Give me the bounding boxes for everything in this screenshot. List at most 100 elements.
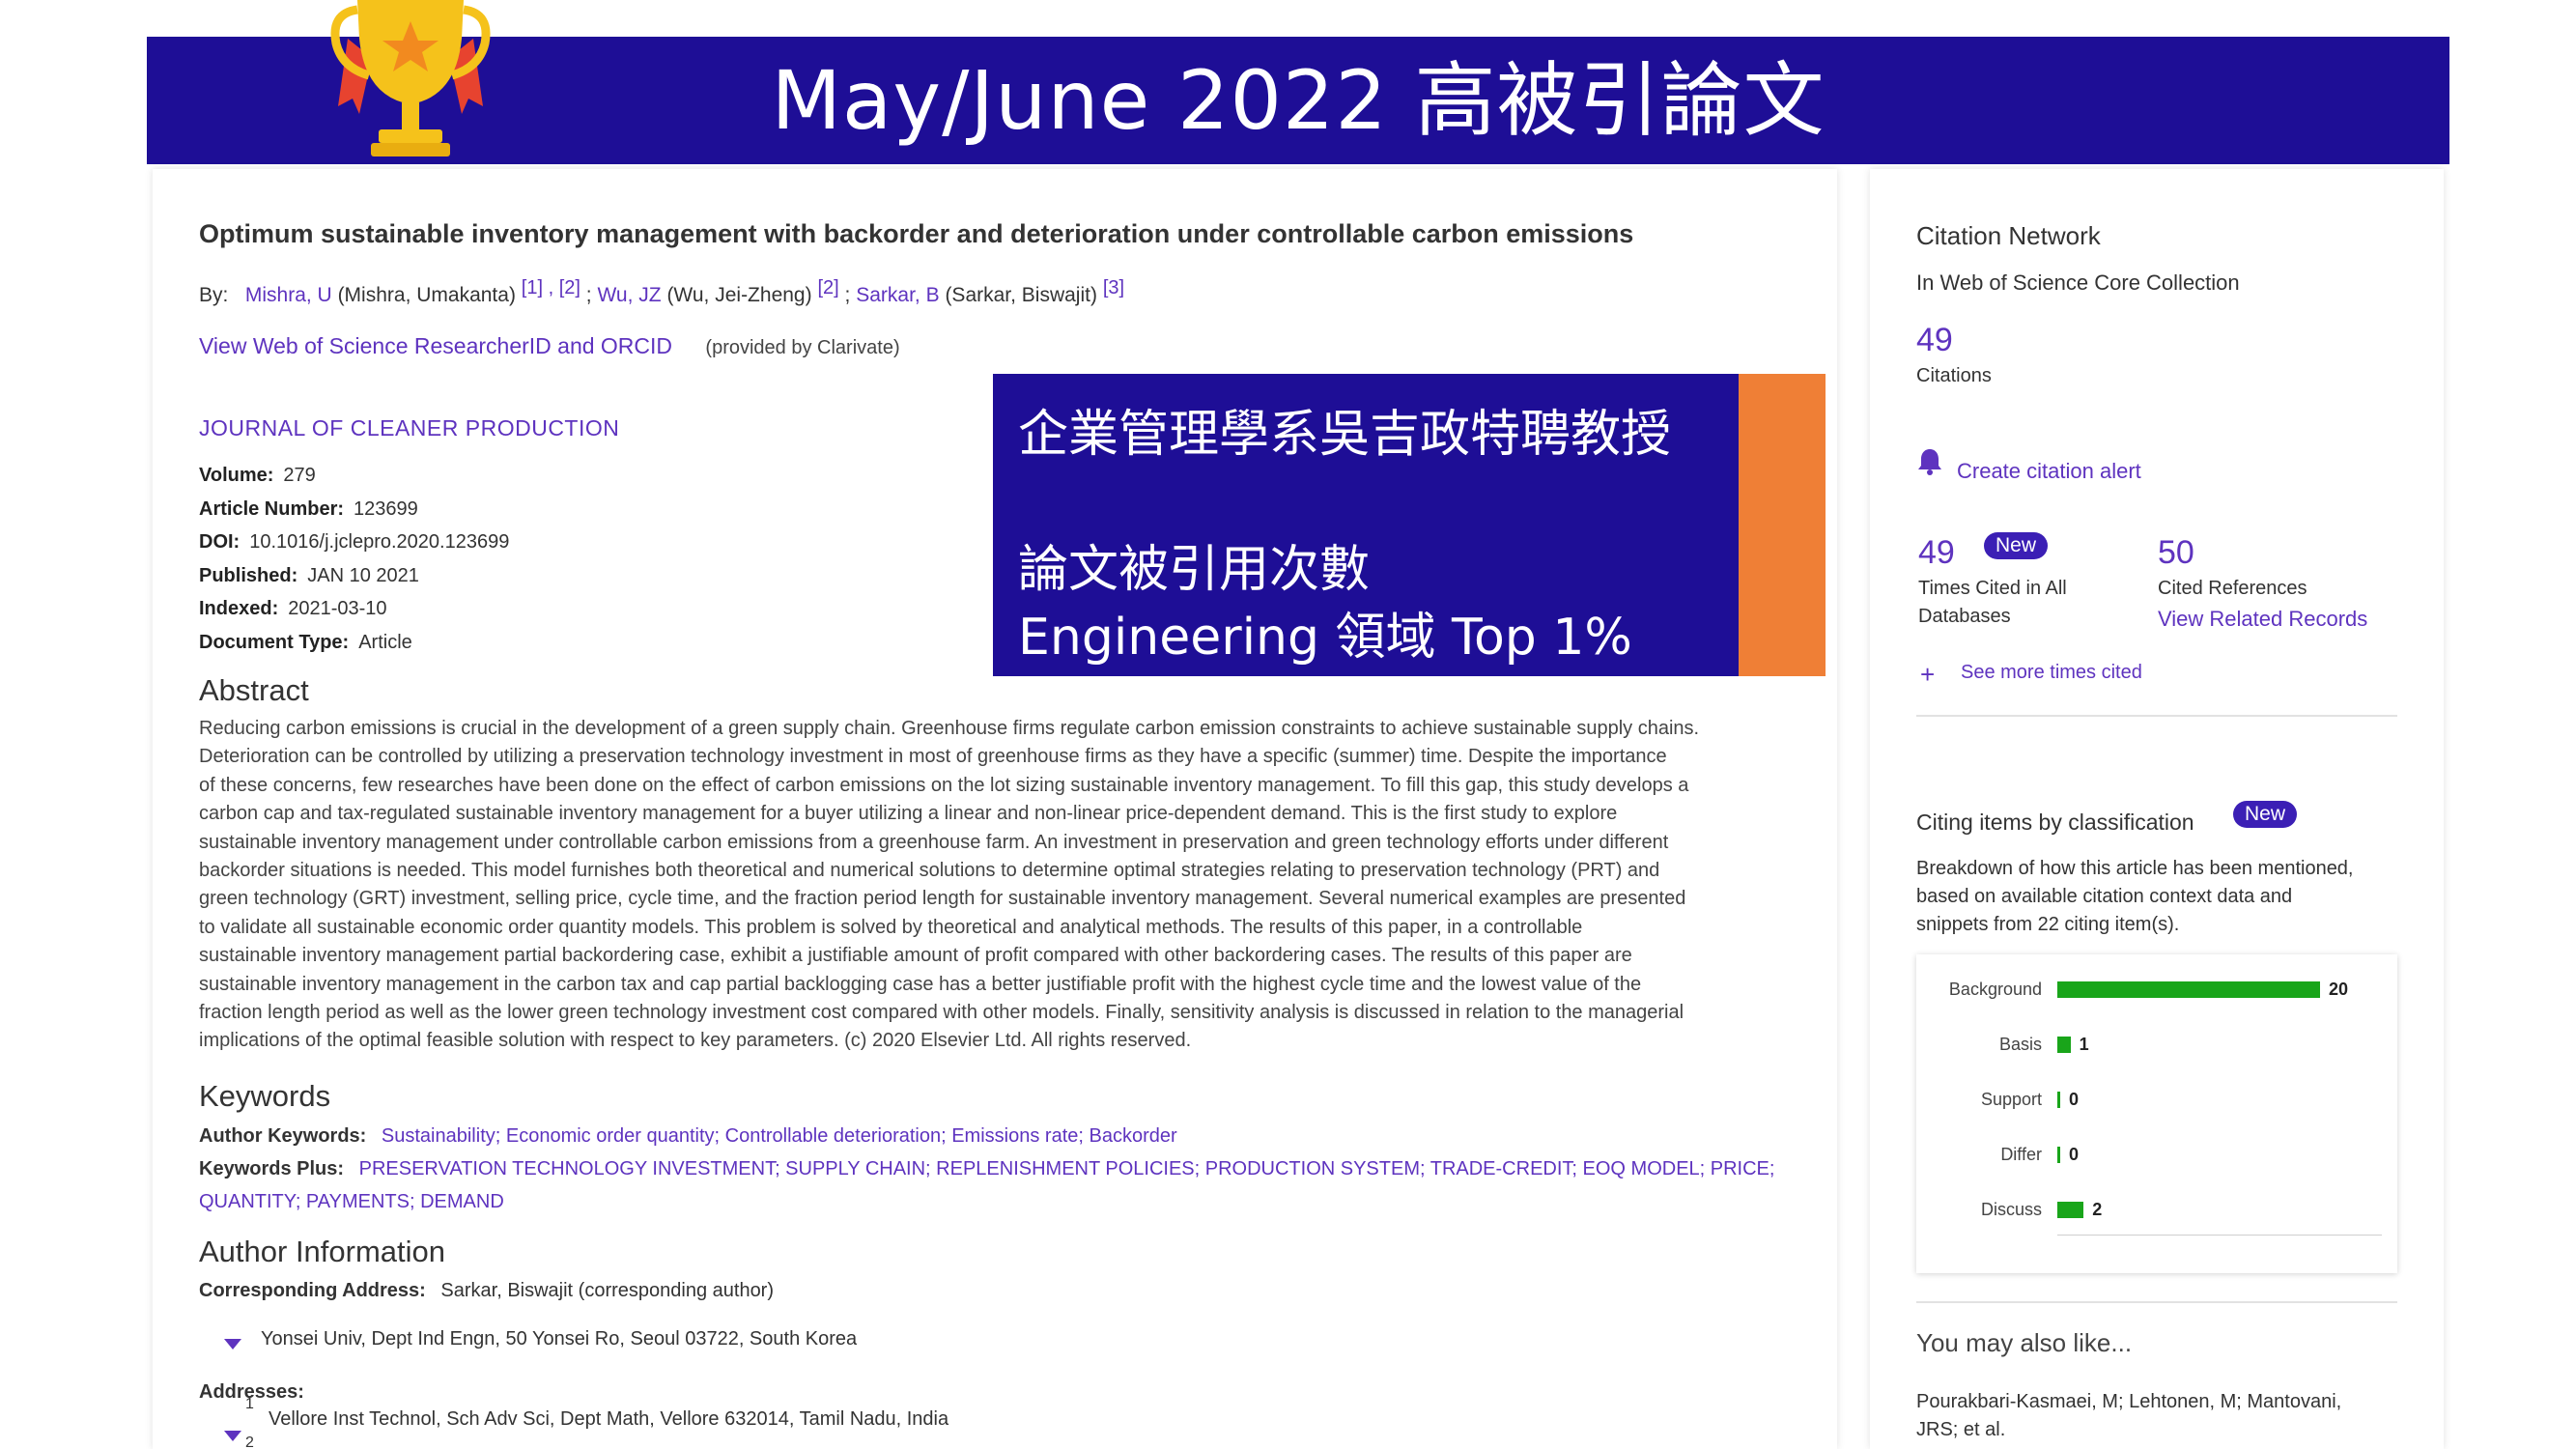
overlay-accent-bar <box>1739 374 1826 676</box>
bar-label-differ: Differ <box>2000 1145 2042 1164</box>
award-overlay: 企業管理學系吳吉政特聘教授 論文被引用次數 Engineering 領域 Top… <box>993 374 1826 676</box>
article-title: Optimum sustainable inventory management… <box>199 219 1634 248</box>
author-fullname: (Sarkar, Biswajit) <box>945 284 1097 306</box>
author-affiliation-ref[interactable]: [3] <box>1103 277 1124 298</box>
abstract-line: fraction length period as well as the lo… <box>199 1002 1684 1024</box>
divider <box>1916 1301 2397 1303</box>
researcher-id-link[interactable]: View Web of Science ResearcherID and ORC… <box>199 333 672 358</box>
abstract-line: Reducing carbon emissions is crucial in … <box>199 718 1700 739</box>
meta-value: 2021-03-10 <box>288 598 387 619</box>
abstract-line: to validate all sustainable economic ord… <box>199 916 1583 938</box>
citing-items-heading: Citing items by classification <box>1916 810 2194 835</box>
recommended-item-line: JRS; et al. <box>1916 1419 2006 1440</box>
corresponding-label: Corresponding Address: <box>199 1280 426 1301</box>
abstract-line: sustainable inventory management in the … <box>199 973 1642 995</box>
corresponding-address: Yonsei Univ, Dept Ind Engn, 50 Yonsei Ro… <box>261 1328 858 1350</box>
expand-caret-icon[interactable] <box>224 1431 241 1441</box>
abstract-line: sustainable inventory management partial… <box>199 945 1632 967</box>
meta-row: Article Number: 123699 <box>199 493 509 526</box>
article-card: Optimum sustainable inventory management… <box>153 169 1837 1449</box>
author-link-sarkar[interactable]: Sarkar, B <box>856 284 939 306</box>
addresses-label-row: Addresses: <box>199 1381 314 1404</box>
author-fullname: (Wu, Jei-Zheng) <box>666 284 812 306</box>
keywords-plus-links[interactable]: QUANTITY; PAYMENTS; DEMAND <box>199 1191 504 1212</box>
recommended-item[interactable]: Pourakbari-Kasmaei, M; Lehtonen, M; Mant… <box>1916 1388 2341 1444</box>
meta-label: Document Type: <box>199 631 350 653</box>
citation-sidebar: Citation Network In Web of Science Core … <box>1870 169 2444 1449</box>
abstract-line: of these concerns, few researches have b… <box>199 774 1689 796</box>
plus-icon[interactable]: + <box>1920 660 1935 690</box>
bell-icon[interactable] <box>1916 447 1943 476</box>
citation-network-heading: Citation Network <box>1916 221 2101 250</box>
expand-caret-icon[interactable] <box>224 1339 241 1350</box>
bar-differ[interactable] <box>2057 1147 2060 1163</box>
keywords-plus-row: Keywords Plus: PRESERVATION TECHNOLOGY I… <box>199 1158 1774 1180</box>
provided-by: (provided by Clarivate) <box>705 337 900 358</box>
recommended-item-line: Pourakbari-Kasmaei, M; Lehtonen, M; Mant… <box>1916 1391 2342 1412</box>
abstract-heading: Abstract <box>199 673 309 707</box>
bar-value-basis: 1 <box>2079 1035 2089 1054</box>
cited-references-label: Cited References <box>2158 578 2307 599</box>
bar-label-support: Support <box>1980 1090 2042 1109</box>
create-citation-alert-link[interactable]: Create citation alert <box>1957 459 2141 484</box>
times-cited-label: Times Cited in All Databases <box>1918 575 2067 631</box>
citations-count[interactable]: 49 <box>1916 322 1953 359</box>
bar-value-discuss: 2 <box>2092 1200 2103 1219</box>
abstract-line: backorder situations is needed. This mod… <box>199 860 1660 882</box>
author-affiliation-ref[interactable]: [1] , [2] <box>522 277 580 298</box>
author-fullname: (Mishra, Umakanta) <box>337 284 516 306</box>
bar-support[interactable] <box>2057 1092 2060 1108</box>
bar-value-differ: 0 <box>2069 1145 2080 1164</box>
breakdown-line: based on available citation context data… <box>1916 886 2293 907</box>
meta-value: 279 <box>283 465 316 486</box>
meta-value: JAN 10 2021 <box>307 564 419 586</box>
author-keywords-label: Author Keywords: <box>199 1125 367 1147</box>
meta-label: Published: <box>199 564 298 586</box>
keywords-plus-links[interactable]: PRESERVATION TECHNOLOGY INVESTMENT; SUPP… <box>359 1158 1775 1179</box>
abstract-line: green technology (GRT) investment, selli… <box>199 888 1686 910</box>
author-keywords-links[interactable]: Sustainability; Economic order quantity;… <box>382 1125 1177 1147</box>
new-badge: New <box>2233 801 2298 828</box>
bar-label-background: Background <box>1948 980 2042 999</box>
meta-row: Document Type: Article <box>199 626 509 660</box>
meta-value: 123699 <box>354 497 418 520</box>
author-affiliation-ref[interactable]: [2] <box>817 277 838 298</box>
by-label: By: <box>199 284 229 306</box>
bar-discuss[interactable] <box>2057 1202 2084 1218</box>
meta-label: Indexed: <box>199 598 279 619</box>
citations-label: Citations <box>1916 365 1992 386</box>
author-keywords-row: Author Keywords: Sustainability; Economi… <box>199 1125 1177 1148</box>
bar-basis[interactable] <box>2057 1037 2071 1053</box>
times-cited-count[interactable]: 49 <box>1918 534 1955 572</box>
breakdown-description: Breakdown of how this article has been m… <box>1916 855 2354 939</box>
journal-link[interactable]: JOURNAL OF CLEANER PRODUCTION <box>199 415 619 441</box>
meta-row: Indexed: 2021-03-10 <box>199 592 509 626</box>
see-more-times-cited-link[interactable]: See more times cited <box>1961 662 2142 684</box>
you-may-also-like-heading: You may also like... <box>1916 1328 2133 1357</box>
corresponding-author: Sarkar, Biswajit (corresponding author) <box>440 1280 775 1301</box>
author-info-heading: Author Information <box>199 1235 446 1268</box>
view-related-records-link[interactable]: View Related Records <box>2158 607 2367 632</box>
overlay-citation-label: 論文被引用次數 <box>1018 541 1371 599</box>
meta-row: Published: JAN 10 2021 <box>199 559 509 593</box>
bar-background[interactable] <box>2057 981 2320 998</box>
meta-label: Volume: <box>199 465 274 486</box>
abstract-line: sustainable inventory management under c… <box>199 831 1669 853</box>
abstract-text: Reducing carbon emissions is crucial in … <box>199 715 1802 1056</box>
author-list: By: Mishra, U (Mishra, Umakanta) [1] , [… <box>199 277 1125 306</box>
breakdown-line: Breakdown of how this article has been m… <box>1916 858 2354 879</box>
divider <box>1916 715 2397 717</box>
keywords-plus-row-2: QUANTITY; PAYMENTS; DEMAND <box>199 1191 504 1213</box>
times-cited-label-line: Databases <box>1918 606 2011 627</box>
author-link-wu[interactable]: Wu, JZ <box>597 284 661 306</box>
cited-references-count[interactable]: 50 <box>2158 534 2194 572</box>
trophy-icon <box>330 0 491 156</box>
meta-row: Volume: 279 <box>199 459 509 493</box>
meta-label: DOI: <box>199 531 241 553</box>
bar-label-basis: Basis <box>1998 1035 2042 1054</box>
keywords-plus-label: Keywords Plus: <box>199 1158 345 1179</box>
meta-value: Article <box>358 631 412 653</box>
new-badge: New <box>1984 532 2049 559</box>
author-link-mishra[interactable]: Mishra, U <box>245 284 332 306</box>
address-number: 1 <box>245 1396 254 1412</box>
